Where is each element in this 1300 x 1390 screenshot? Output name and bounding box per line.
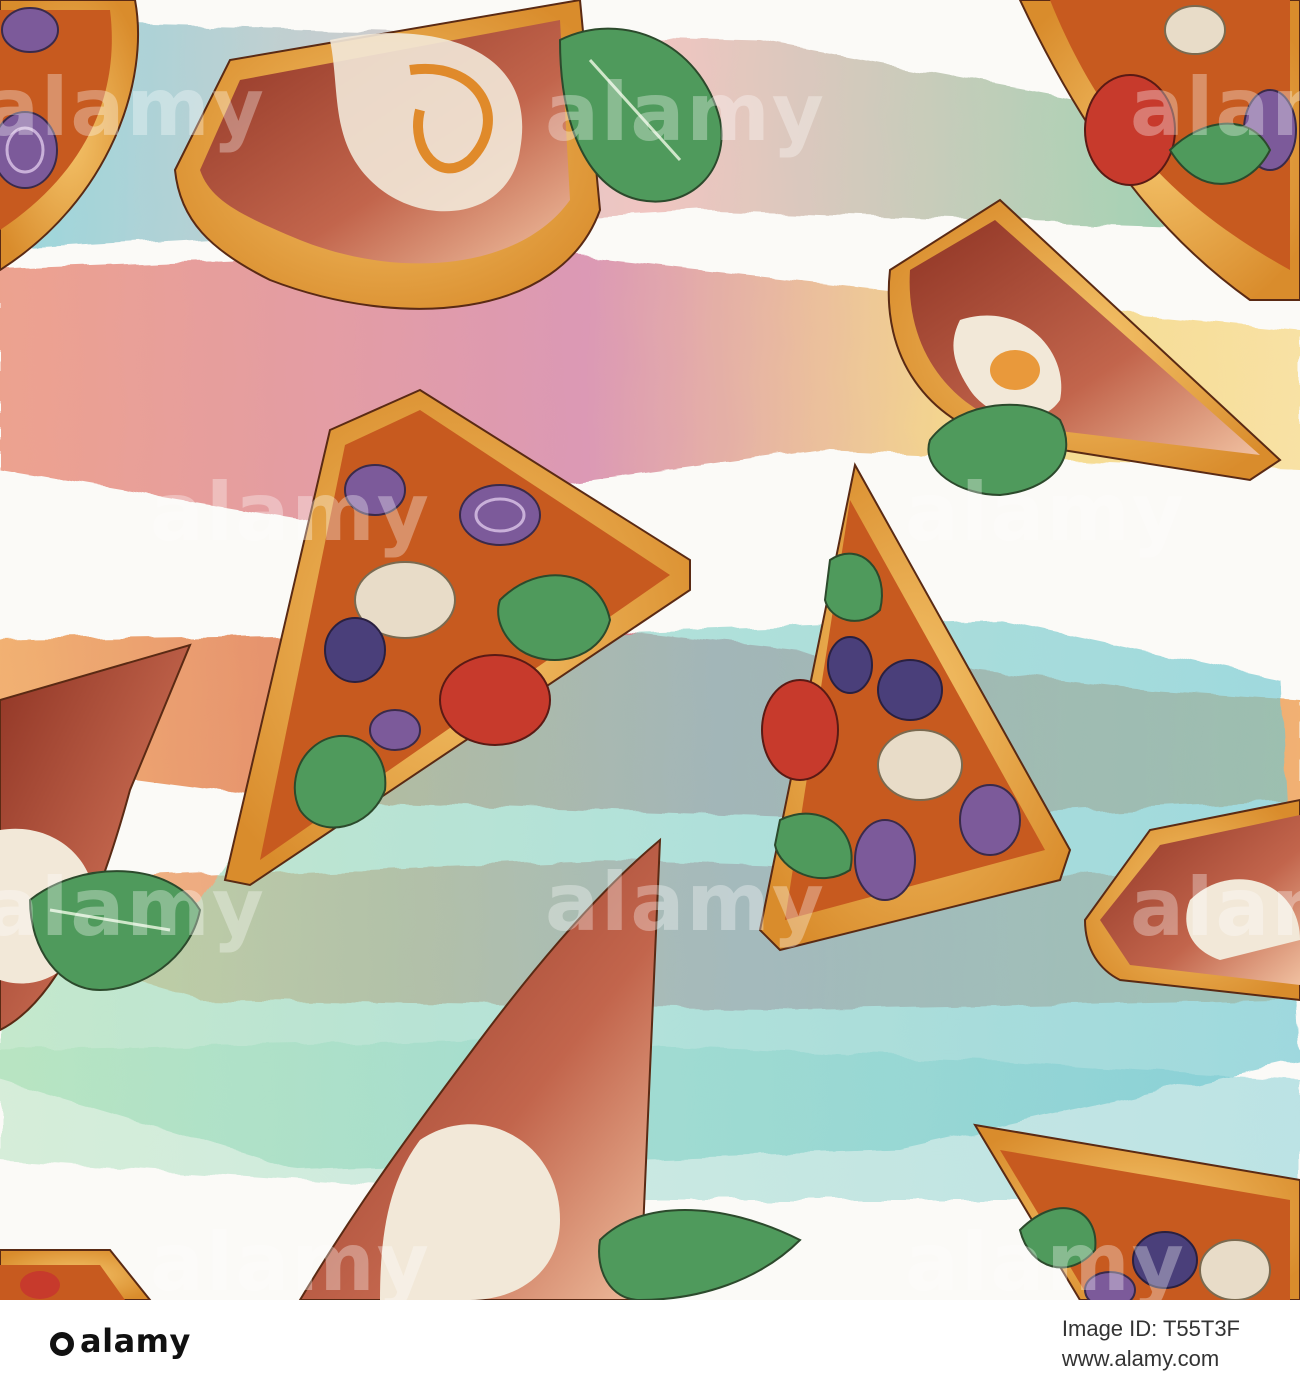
watercolor-pizza-pattern: alamy alamy alamy alamy alamy alamy alam… xyxy=(0,0,1300,1300)
stock-photo-footer: alamy Image ID: T55T3F www.alamy.com xyxy=(0,1300,1300,1390)
site-url[interactable]: www.alamy.com xyxy=(1062,1344,1240,1374)
alamy-logo[interactable]: alamy xyxy=(50,1322,191,1360)
watermark-text: alamy xyxy=(0,861,266,954)
pizza-slice-bottom-left xyxy=(0,1249,152,1300)
logo-text: alamy xyxy=(80,1322,191,1360)
watermark-text: alamy xyxy=(905,1216,1186,1300)
pattern-canvas: alamy alamy alamy alamy alamy alamy alam… xyxy=(0,0,1300,1300)
watermark-text: alamy xyxy=(545,66,826,159)
watermark-text: alamy xyxy=(150,466,431,559)
watermark-text: alamy xyxy=(545,856,826,949)
watermark-text: alamy xyxy=(1130,861,1300,954)
image-meta: Image ID: T55T3F www.alamy.com xyxy=(1062,1314,1240,1374)
image-id: Image ID: T55T3F xyxy=(1061,1316,1240,1341)
watermark-text: alamy xyxy=(1130,61,1300,154)
watermark-text: alamy xyxy=(0,61,266,154)
logo-icon xyxy=(50,1332,74,1356)
watermark-text: alamy xyxy=(150,1216,431,1300)
watermark-text: alamy xyxy=(905,466,1186,559)
